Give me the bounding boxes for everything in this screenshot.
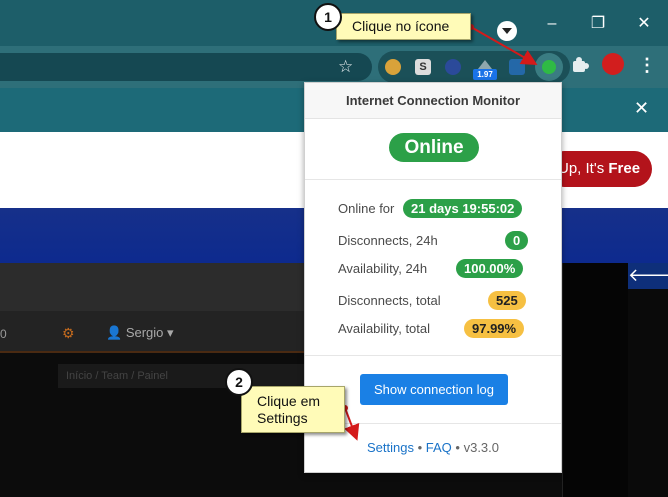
callout-1-text: Clique no ícone: [352, 18, 450, 34]
callout-2-line1: Clique em: [257, 393, 321, 409]
step-number-2: 2: [225, 368, 253, 396]
callout-2: Clique em Settings: [241, 386, 345, 433]
step-number-1: 1: [314, 3, 342, 31]
callout-2-line2: Settings: [257, 410, 308, 426]
callout-1: Clique no ícone: [336, 13, 471, 40]
